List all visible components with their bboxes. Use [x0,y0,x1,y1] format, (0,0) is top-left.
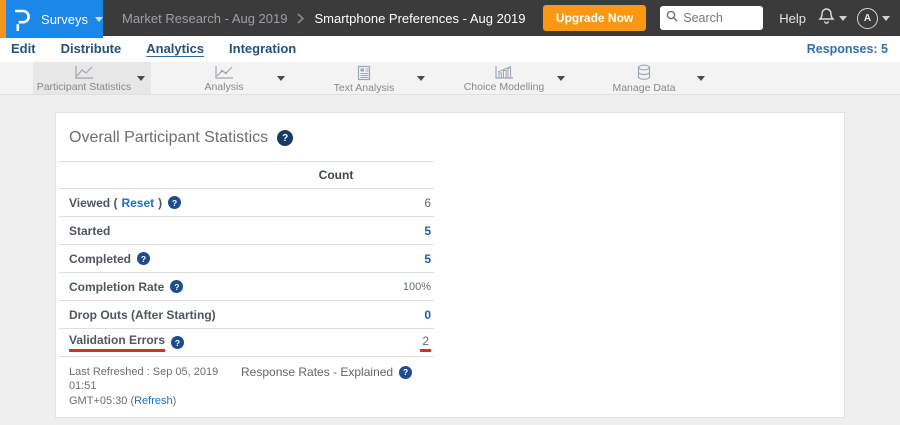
analytics-toolbar: Participant Statistics Analysis [0,62,900,95]
response-rates-label: Response Rates - Explained [241,365,393,379]
validation-errors-count: 2 [420,334,431,352]
drop-outs-label: Drop Outs (After Starting) [69,308,241,322]
tab-edit[interactable]: Edit [11,41,36,57]
reset-link[interactable]: Reset [121,196,154,210]
chevron-down-icon [277,76,285,81]
last-refreshed-line1: Last Refreshed : Sep 05, 2019 01:51 [69,366,218,392]
brand-orange-strip [0,0,6,38]
database-icon [636,64,652,81]
chevron-down-icon [95,17,103,22]
tab-integration[interactable]: Integration [229,41,296,57]
table-row-viewed: Viewed ( Reset ) ? 6 [59,189,434,217]
count-column-header: Count [241,168,431,182]
page-title: Overall Participant Statistics [69,129,268,147]
responses-count[interactable]: Responses: 5 [807,42,888,56]
tab-participant-statistics[interactable]: Participant Statistics [33,62,151,94]
viewed-label-close: ) [158,196,162,210]
drop-outs-count: 0 [241,308,431,322]
survey-section-nav: Edit Distribute Analytics Integration Re… [0,36,900,62]
tab-analytics[interactable]: Analytics [146,41,204,57]
participant-stats-table: Count Viewed ( Reset ) ? 6 Started 5 [59,161,434,357]
last-refreshed-close: ) [173,395,177,407]
page-background: Overall Participant Statistics ? Count V… [0,95,900,425]
help-link[interactable]: Help [779,11,806,26]
chevron-down-icon [137,76,145,81]
viewed-label: Viewed ( [69,196,117,210]
card-footer: Last Refreshed : Sep 05, 2019 01:51 GMT+… [69,365,844,408]
app-screen: Surveys Market Research - Aug 2019 Smart… [0,0,900,425]
search-box[interactable] [660,6,763,30]
table-row-drop-outs: Drop Outs (After Starting) 0 [59,301,434,329]
topbar-right-group: Upgrade Now Help A [543,5,890,31]
viewed-count: 6 [241,196,431,210]
bar-chart-icon [494,65,514,80]
line-chart-icon [74,65,94,80]
chevron-right-icon [297,13,304,24]
account-menu[interactable]: A [857,8,890,29]
notifications-menu[interactable] [818,7,847,30]
breadcrumb: Market Research - Aug 2019 Smartphone Pr… [122,11,526,26]
response-rates-help-icon[interactable]: ? [399,366,412,379]
completion-rate-bar [240,280,403,293]
upgrade-now-button[interactable]: Upgrade Now [543,5,646,31]
table-header-row: Count [59,161,434,189]
surveys-menu-label: Surveys [41,12,88,27]
table-row-completed: Completed ? 5 [59,245,434,273]
chevron-down-icon [557,76,565,81]
chevron-down-icon [882,16,890,21]
tab-manage-data[interactable]: Manage Data [593,62,711,94]
completed-help-icon[interactable]: ? [137,252,150,265]
table-row-completion-rate: Completion Rate ? 100% [59,273,434,301]
tab-choice-modelling[interactable]: Choice Modelling [453,62,571,94]
search-icon [666,9,678,27]
top-navbar: Surveys Market Research - Aug 2019 Smart… [0,0,900,36]
tab-distribute[interactable]: Distribute [61,41,122,57]
completion-rate-label: Completion Rate [69,280,164,294]
viewed-help-icon[interactable]: ? [168,196,181,209]
surveys-product-menu[interactable]: Surveys [0,0,103,38]
started-count: 5 [241,224,431,238]
document-icon [356,65,372,81]
bell-icon [818,7,835,30]
participant-statistics-card: Overall Participant Statistics ? Count V… [55,112,845,418]
table-row-validation-errors: Validation Errors ? 2 [59,329,434,357]
title-help-icon[interactable]: ? [277,130,293,146]
completion-rate-help-icon[interactable]: ? [170,280,183,293]
analysis-chart-icon [214,65,234,80]
validation-errors-help-icon[interactable]: ? [171,336,184,349]
response-rates-explained: Response Rates - Explained ? [241,365,412,379]
completion-rate-value: 100% [403,281,431,293]
tab-analysis[interactable]: Analysis [173,62,291,94]
completed-count: 5 [241,252,431,266]
tab-text-analysis[interactable]: Text Analysis [313,62,431,94]
started-label: Started [69,224,241,238]
search-input[interactable] [683,11,759,25]
chevron-down-icon [697,76,705,81]
questionpro-logo-icon[interactable] [14,8,31,31]
chevron-down-icon [839,16,847,21]
validation-errors-label: Validation Errors [69,333,165,352]
last-refreshed-line2: GMT+05:30 ( [69,395,134,407]
breadcrumb-current: Smartphone Preferences - Aug 2019 [314,11,525,26]
table-row-started: Started 5 [59,217,434,245]
refresh-link[interactable]: Refresh [134,395,173,407]
breadcrumb-parent-link[interactable]: Market Research - Aug 2019 [122,11,287,26]
completed-label: Completed [69,252,131,266]
avatar[interactable]: A [857,8,878,29]
last-refreshed: Last Refreshed : Sep 05, 2019 01:51 GMT+… [69,365,241,408]
chevron-down-icon [417,76,425,81]
